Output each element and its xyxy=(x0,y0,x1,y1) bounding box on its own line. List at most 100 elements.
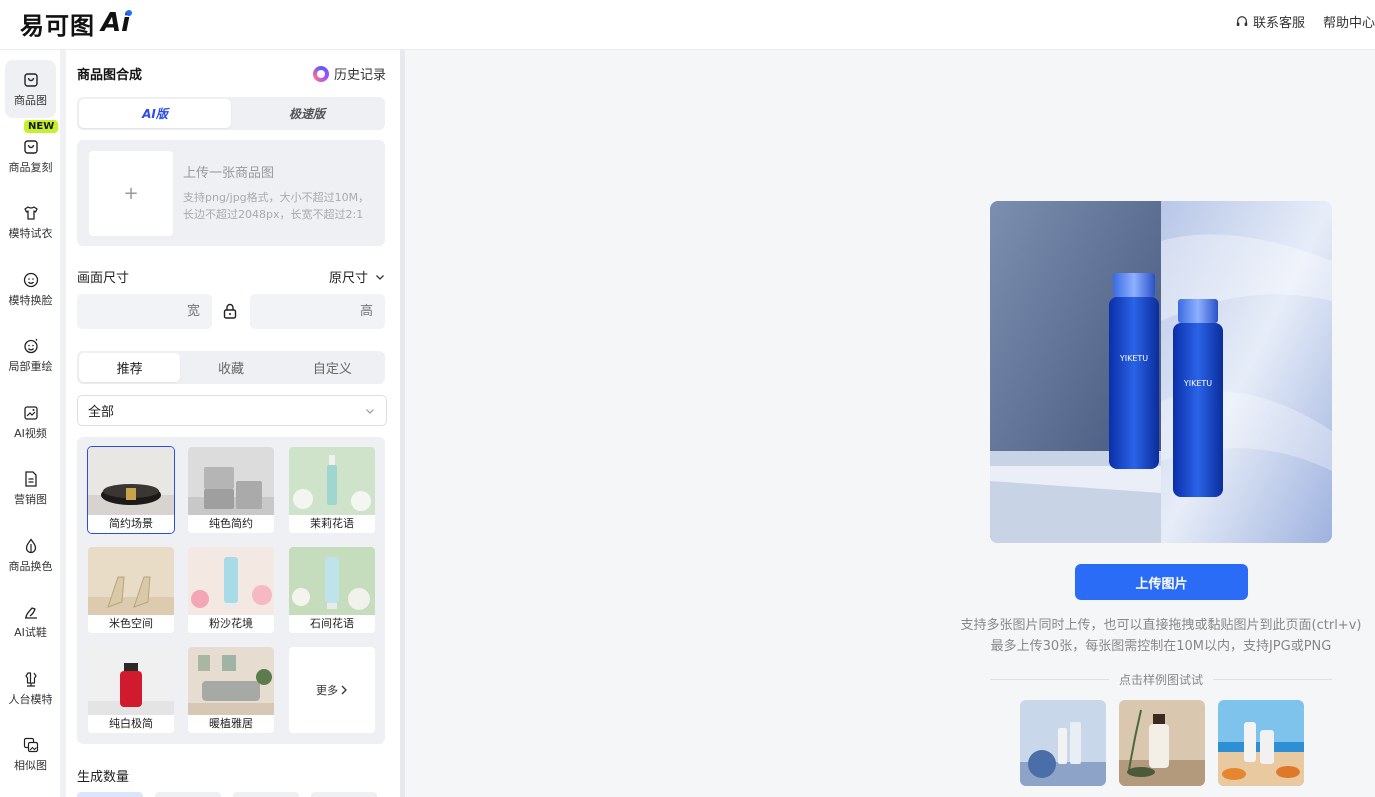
chevron-right-icon xyxy=(341,685,347,695)
mannequin-icon xyxy=(24,671,37,687)
nav-item-product-replica[interactable]: 商品复刻 xyxy=(5,127,56,185)
more-templates-button[interactable]: 更多 xyxy=(289,647,375,733)
contact-label: 联系客服 xyxy=(1252,16,1305,31)
panel-title: 商品图合成 xyxy=(77,68,143,83)
face-icon xyxy=(23,272,38,287)
template-card[interactable]: 纯白极简 xyxy=(88,647,174,733)
canvas-size-value: 原尺寸 xyxy=(328,271,368,286)
template-card[interactable]: 暖植雅居 xyxy=(188,647,274,733)
divider-line xyxy=(990,678,1109,680)
bag-icon xyxy=(23,72,38,87)
tab-favorites[interactable]: 收藏 xyxy=(180,353,281,382)
nav-item-recolor[interactable]: 商品换色 xyxy=(5,526,56,584)
headset-icon xyxy=(1236,15,1248,26)
nav-label: 相似图 xyxy=(14,758,47,772)
template-thumbnail xyxy=(188,447,274,515)
nav-item-model-tryon[interactable]: 模特试衣 xyxy=(5,193,56,251)
nav-label: 模特试衣 xyxy=(8,226,53,240)
canvas-size-label: 画面尺寸 xyxy=(77,271,130,286)
template-thumbnail xyxy=(88,447,174,515)
nav-label: 商品图 xyxy=(14,93,47,107)
chevron-down-icon xyxy=(376,274,384,280)
help-label: 帮助中心 xyxy=(1322,16,1375,31)
nav-item-face-swap[interactable]: 模特换脸 xyxy=(5,260,56,318)
template-card[interactable]: 纯色简约 xyxy=(188,447,274,533)
nav-label: 商品换色 xyxy=(8,559,53,573)
sample-image[interactable] xyxy=(1020,700,1106,786)
template-thumbnail xyxy=(188,547,274,615)
template-name: 纯色简约 xyxy=(188,515,274,533)
category-select[interactable]: 全部 xyxy=(77,395,387,426)
nav-label: AI视频 xyxy=(14,426,47,440)
count-option[interactable] xyxy=(233,792,299,797)
tab-custom[interactable]: 自定义 xyxy=(282,353,383,382)
template-name: 石间花语 xyxy=(289,615,375,633)
nav-item-mannequin[interactable]: 人台模特 xyxy=(5,659,56,717)
nav-item-partial-repaint[interactable]: 局部重绘 xyxy=(5,326,56,384)
template-thumbnail xyxy=(88,647,174,715)
lock-icon[interactable] xyxy=(221,302,239,320)
template-card[interactable]: 石间花语 xyxy=(289,547,375,633)
count-option[interactable] xyxy=(311,792,377,797)
sample-image[interactable] xyxy=(1119,700,1205,786)
samples-label: 点击样例图试试 xyxy=(1119,672,1204,687)
upload-title: 上传一张商品图 xyxy=(183,166,275,181)
template-thumbnail xyxy=(289,547,375,615)
contact-service-link[interactable]: 联系客服 xyxy=(1235,12,1305,31)
nav-item-ai-shoes[interactable]: AI试鞋 xyxy=(5,592,56,650)
template-thumbnail xyxy=(88,547,174,615)
mode-switch: AI版 极速版 xyxy=(77,97,385,130)
divider-line xyxy=(1213,678,1333,680)
height-input[interactable] xyxy=(250,294,385,329)
template-name: 暖植雅居 xyxy=(188,715,274,733)
product-upload-card[interactable]: + 上传一张商品图 支持png/jpg格式，大小不超过10M，长边不超过2048… xyxy=(77,140,385,246)
template-name: 米色空间 xyxy=(88,615,174,633)
repaint-icon xyxy=(23,338,38,353)
hero-example-image: YIKETU YIKETU xyxy=(990,201,1332,543)
help-center-link[interactable]: 帮助中心 xyxy=(1323,12,1375,31)
logo-ai: Ai xyxy=(101,8,133,38)
tab-fast-mode[interactable]: 极速版 xyxy=(231,99,383,128)
nav-item-marketing-image[interactable]: 营销图 xyxy=(5,459,56,517)
nav-item-ai-video[interactable]: AI视频 xyxy=(5,393,56,451)
nav-label: 营销图 xyxy=(14,492,47,506)
count-options xyxy=(77,792,377,797)
new-badge: NEW xyxy=(24,120,59,133)
scene-tabs: 推荐 收藏 自定义 xyxy=(77,351,385,384)
category-value: 全部 xyxy=(88,405,115,420)
main-canvas: YIKETU YIKETU 上传图片 支持多张图片同时上传，也可以直接拖拽或黏贴… xyxy=(405,50,1375,797)
hero-brand-text: YIKETU xyxy=(1119,354,1148,363)
plus-icon[interactable]: + xyxy=(89,151,173,236)
template-card[interactable]: 粉沙花境 xyxy=(188,547,274,633)
template-thumbnail xyxy=(289,447,375,515)
nav-item-similar-image[interactable]: 相似图 xyxy=(5,725,56,783)
template-name: 茉莉花语 xyxy=(289,515,375,533)
history-button[interactable]: 历史记录 xyxy=(312,64,386,83)
upload-image-button[interactable]: 上传图片 xyxy=(1075,564,1248,600)
template-card[interactable]: 简约场景 xyxy=(87,446,175,534)
logo[interactable]: 易可图 Ai xyxy=(20,8,133,40)
shirt-icon xyxy=(23,205,38,220)
template-card[interactable]: 茉莉花语 xyxy=(289,447,375,533)
template-thumbnail xyxy=(188,647,274,715)
width-input[interactable] xyxy=(77,294,212,329)
similar-image-icon xyxy=(23,737,38,752)
top-header: 易可图 Ai 联系客服 帮助中心 xyxy=(0,0,1375,50)
count-option[interactable] xyxy=(77,792,143,797)
nav-label: 模特换脸 xyxy=(8,293,53,307)
count-option[interactable] xyxy=(155,792,221,797)
canvas-size-select[interactable]: 原尺寸 xyxy=(329,267,386,286)
tab-ai-mode[interactable]: AI版 xyxy=(79,99,231,128)
template-name: 简约场景 xyxy=(88,515,174,533)
nav-item-product-image[interactable]: 商品图 xyxy=(5,60,56,118)
video-icon xyxy=(23,405,38,420)
hero-brand-text: YIKETU xyxy=(1183,379,1212,388)
sample-image[interactable] xyxy=(1218,700,1304,786)
shoe-icon xyxy=(24,606,37,619)
upload-requirements: 支持png/jpg格式，大小不超过10M，长边不超过2048px，长宽不超过2:… xyxy=(183,191,370,221)
tab-recommended[interactable]: 推荐 xyxy=(79,353,181,382)
template-card[interactable]: 米色空间 xyxy=(88,547,174,633)
history-icon xyxy=(312,65,329,82)
color-drop-icon xyxy=(25,537,36,553)
chevron-down-icon xyxy=(366,408,374,414)
